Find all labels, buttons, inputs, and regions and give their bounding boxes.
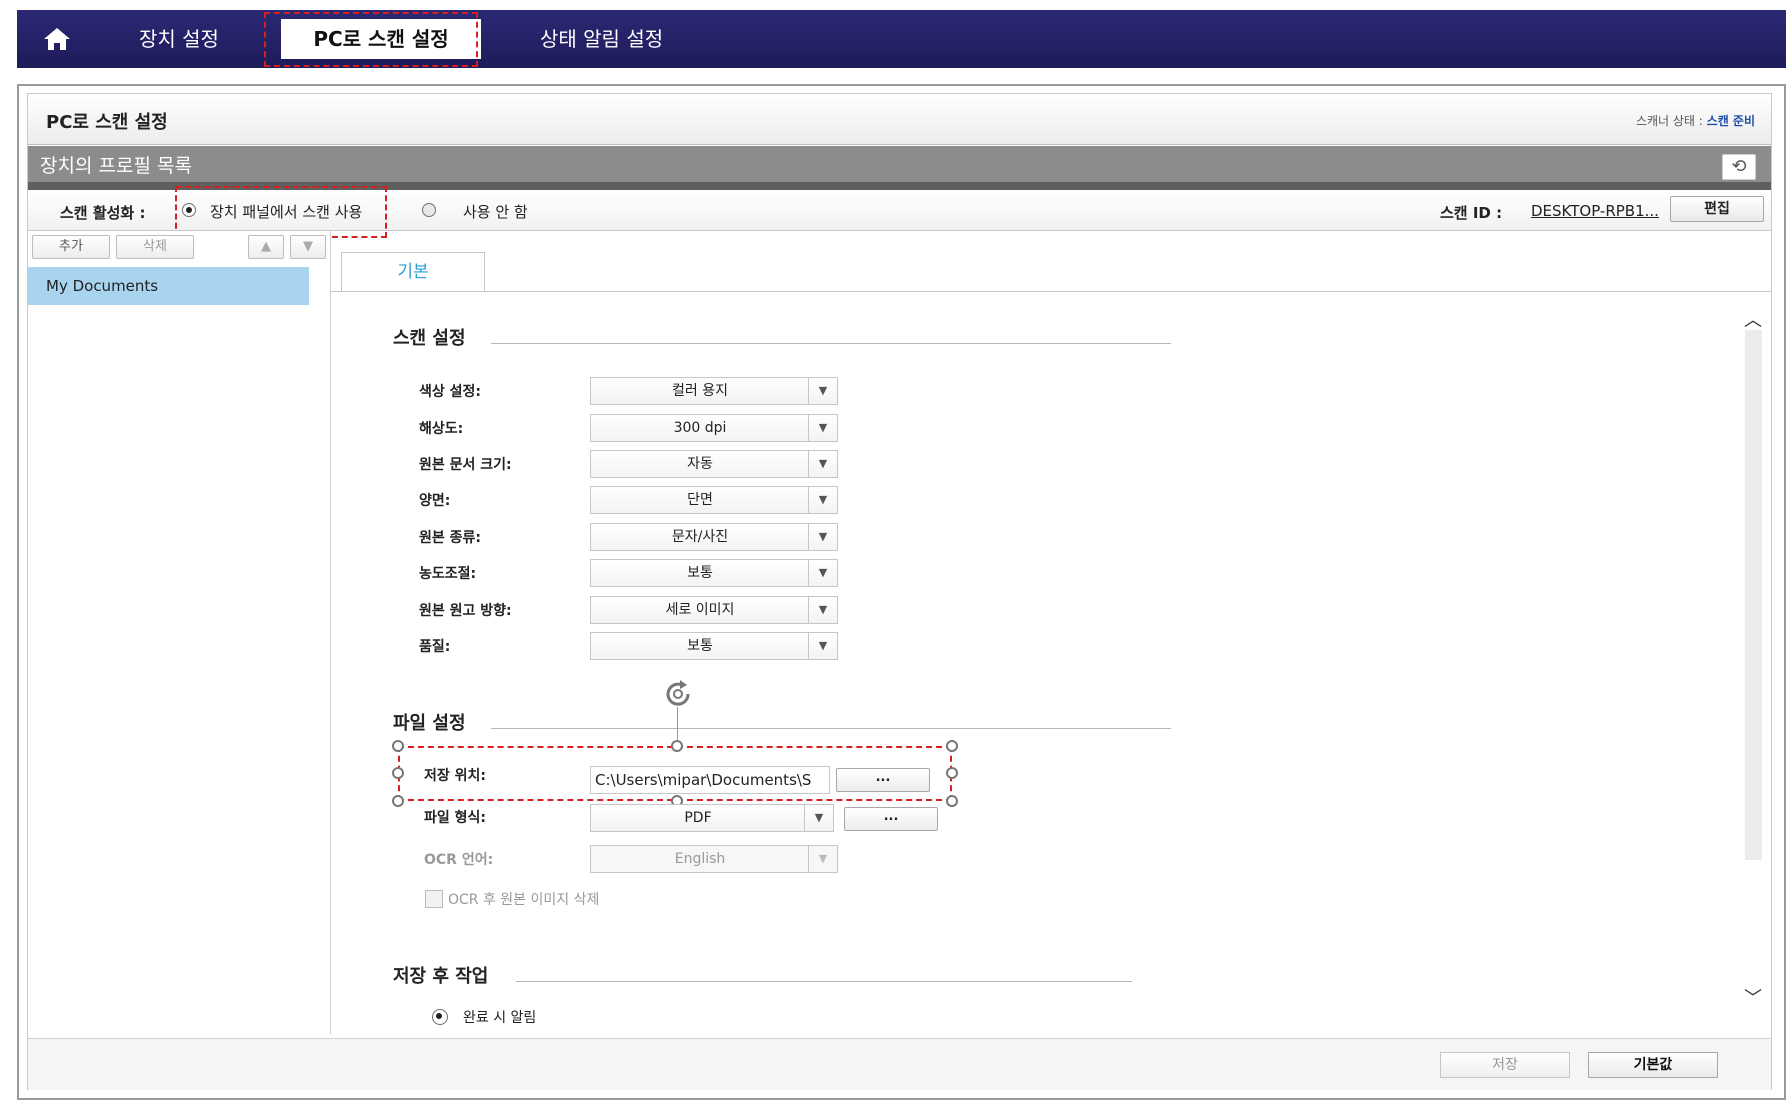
restore-defaults-button[interactable]: 기본값 [1588, 1052, 1718, 1078]
home-icon[interactable] [41, 24, 73, 54]
scanner-status-value: 스캔 준비 [1706, 114, 1755, 128]
move-down-button[interactable]: ▼ [290, 235, 326, 259]
chevron-down-icon: ▼ [808, 560, 837, 586]
tab-basic[interactable]: 기본 [341, 252, 485, 292]
tab-status-alert-settings[interactable]: 상태 알림 설정 [540, 10, 663, 68]
resize-handle[interactable] [392, 740, 404, 752]
profile-list-header: 장치의 프로필 목록 ⟲ [28, 146, 1771, 182]
scan-setting-value: 보통 [687, 638, 713, 654]
scan-setting-select[interactable]: 300 dpi ▼ [590, 414, 838, 442]
scan-enable-label: 스캔 활성화 : [60, 204, 146, 222]
chevron-down-icon: ▼ [804, 805, 833, 831]
ocr-delete-original-label[interactable]: OCR 후 원본 이미지 삭제 [448, 889, 599, 909]
scan-setting-select[interactable]: 세로 이미지 ▼ [590, 596, 838, 624]
scan-from-panel-radio[interactable] [182, 203, 196, 217]
scan-id-label: 스캔 ID : [1440, 204, 1503, 222]
chevron-down-icon: ▼ [808, 633, 837, 659]
file-format-select[interactable]: PDF ▼ [590, 804, 834, 832]
page-header: PC로 스캔 설정 스캐너 상태 : 스캔 준비 [28, 94, 1771, 145]
rotate-handle-icon[interactable] [660, 676, 696, 712]
resize-handle[interactable] [946, 767, 958, 779]
section-divider [491, 728, 1171, 729]
add-profile-button[interactable]: 추가 [32, 235, 110, 259]
scan-from-panel-label[interactable]: 장치 패널에서 스캔 사용 [210, 201, 362, 222]
save-location-input[interactable]: C:\Users\mipar\Documents\S [590, 766, 830, 794]
scan-setting-label: 원본 원고 방향: [419, 603, 512, 619]
save-location-label: 저장 위치: [424, 768, 486, 784]
ocr-language-value: English [674, 851, 726, 867]
profile-list-pane: 추가 삭제 ▲ ▼ My Documents [28, 231, 331, 1034]
scroll-down-icon[interactable]: ﹀ [1744, 984, 1762, 1010]
ocr-language-select[interactable]: English ▼ [590, 845, 838, 873]
resize-handle[interactable] [946, 740, 958, 752]
tab-divider [330, 291, 1771, 292]
chevron-down-icon: ▼ [808, 524, 837, 550]
scan-setting-select[interactable]: 보통 ▼ [590, 632, 838, 660]
scan-setting-value: 단면 [687, 492, 713, 508]
scrollbar[interactable] [1745, 330, 1762, 860]
divider [28, 182, 1771, 190]
scan-setting-select[interactable]: 문자/사진 ▼ [590, 523, 838, 551]
top-navigation: 장치 설정 PC로 스캔 설정 상태 알림 설정 [17, 10, 1786, 68]
move-up-button[interactable]: ▲ [248, 235, 284, 259]
scan-setting-label: 품질: [419, 639, 451, 655]
format-options-button[interactable]: ... [844, 807, 938, 831]
chevron-down-icon: ▼ [808, 597, 837, 623]
scan-setting-label: 색상 설정: [419, 384, 481, 400]
chevron-down-icon: ▼ [808, 378, 837, 404]
scan-setting-label: 양면: [419, 493, 451, 509]
notify-on-complete-label[interactable]: 완료 시 알림 [463, 1007, 536, 1027]
refresh-icon[interactable]: ⟲ [1722, 154, 1756, 180]
file-format-value: PDF [684, 810, 712, 826]
scan-setting-value: 문자/사진 [671, 529, 729, 545]
after-save-title: 저장 후 작업 [393, 966, 489, 987]
ocr-delete-original-checkbox[interactable] [425, 890, 443, 908]
scan-disabled-label[interactable]: 사용 안 함 [463, 201, 528, 222]
scan-settings-title: 스캔 설정 [393, 328, 466, 349]
chevron-down-icon: ▼ [808, 415, 837, 441]
edit-scan-id-button[interactable]: 편집 [1670, 196, 1764, 222]
section-divider [491, 343, 1171, 344]
scan-setting-value: 자동 [687, 456, 713, 472]
resize-handle[interactable] [946, 795, 958, 807]
profile-list-title: 장치의 프로필 목록 [40, 155, 192, 177]
scan-enable-row: 스캔 활성화 : 장치 패널에서 스캔 사용 사용 안 함 스캔 ID : DE… [28, 186, 1771, 238]
ocr-language-label: OCR 언어: [424, 852, 494, 868]
save-button[interactable]: 저장 [1440, 1052, 1570, 1078]
resize-handle[interactable] [392, 795, 404, 807]
scan-disabled-radio[interactable] [422, 203, 436, 217]
tab-pc-scan-settings[interactable]: PC로 스캔 설정 [281, 19, 481, 59]
chevron-down-icon: ▼ [808, 487, 837, 513]
section-divider [516, 981, 1132, 982]
file-format-label: 파일 형식: [424, 810, 486, 826]
scan-id-value[interactable]: DESKTOP-RPB1... [1531, 202, 1659, 220]
page-title: PC로 스캔 설정 [46, 112, 168, 133]
scan-setting-value: 컬러 용지 [672, 383, 728, 399]
scan-setting-select[interactable]: 보통 ▼ [590, 559, 838, 587]
scan-setting-label: 원본 문서 크기: [419, 457, 512, 473]
resize-handle[interactable] [671, 740, 683, 752]
scan-setting-label: 해상도: [419, 421, 464, 437]
scroll-up-icon[interactable]: ︿ [1744, 306, 1762, 332]
delete-profile-button[interactable]: 삭제 [116, 235, 194, 259]
resize-handle[interactable] [392, 767, 404, 779]
scan-setting-select[interactable]: 자동 ▼ [590, 450, 838, 478]
scan-setting-label: 원본 종류: [419, 530, 481, 546]
scan-setting-value: 300 dpi [673, 420, 727, 436]
tab-device-settings[interactable]: 장치 설정 [139, 10, 219, 68]
scan-setting-select[interactable]: 단면 ▼ [590, 486, 838, 514]
profile-list-item[interactable]: My Documents [28, 267, 309, 305]
scan-setting-select[interactable]: 컬러 용지 ▼ [590, 377, 838, 405]
file-settings-title: 파일 설정 [393, 713, 466, 734]
browse-location-button[interactable]: ... [836, 768, 930, 792]
scan-setting-value: 보통 [687, 565, 713, 581]
chevron-down-icon: ▼ [808, 451, 837, 477]
scan-setting-value: 세로 이미지 [665, 602, 735, 618]
scanner-status-label: 스캐너 상태 : [1635, 114, 1703, 128]
notify-on-complete-radio[interactable] [432, 1009, 448, 1025]
scanner-status: 스캐너 상태 : 스캔 준비 [1636, 112, 1755, 129]
scan-setting-label: 농도조절: [419, 566, 477, 582]
chevron-down-icon: ▼ [808, 846, 837, 872]
